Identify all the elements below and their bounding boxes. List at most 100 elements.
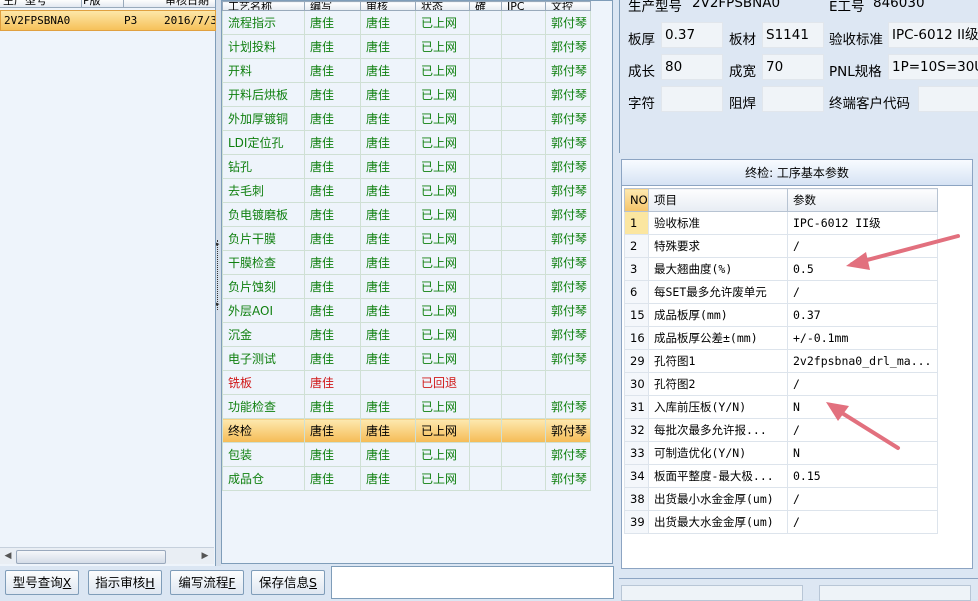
cell-ipc[interactable] <box>501 394 546 419</box>
cell-status[interactable]: 已上网 <box>415 250 470 275</box>
cell-reviewer[interactable]: 唐佳 <box>360 274 416 299</box>
process-row[interactable]: 钻孔 唐佳 唐佳 已上网 郭付琴 <box>222 154 591 179</box>
param-row[interactable]: 3 最大翘曲度(%) 0.5 <box>624 257 938 281</box>
cell-confirm[interactable] <box>469 226 502 251</box>
cell-confirm[interactable] <box>469 106 502 131</box>
cell-param-item[interactable]: 成品板厚公差±(mm) <box>648 326 788 350</box>
cell-param-value[interactable]: 2v2fpsbna0_drl_ma... <box>787 349 938 373</box>
thickness-field[interactable]: 0.37 <box>661 22 723 48</box>
cell-doc-control[interactable]: 郭付琴 <box>545 322 591 347</box>
param-row[interactable]: 31 入库前压板(Y/N) N <box>624 395 938 419</box>
cell-writer[interactable]: 唐佳 <box>304 82 361 107</box>
param-row[interactable]: 6 每SET最多允许废单元 / <box>624 280 938 304</box>
process-row[interactable]: 外层AOI 唐佳 唐佳 已上网 郭付琴 <box>222 298 591 323</box>
cell-status[interactable]: 已上网 <box>415 154 470 179</box>
cell-process-name[interactable]: 负电镀磨板 <box>222 202 305 227</box>
cell-reviewer[interactable]: 唐佳 <box>360 130 416 155</box>
param-row[interactable]: 29 孔符图1 2v2fpsbna0_drl_ma... <box>624 349 938 373</box>
cell-writer[interactable]: 唐佳 <box>304 10 361 35</box>
cell-process-name[interactable]: LDI定位孔 <box>222 130 305 155</box>
standard-field[interactable]: IPC-6012 II级 <box>888 22 978 48</box>
process-row[interactable]: 开料 唐佳 唐佳 已上网 郭付琴 <box>222 58 591 83</box>
cell-reviewer[interactable]: 唐佳 <box>360 202 416 227</box>
cell-writer[interactable]: 唐佳 <box>304 442 361 467</box>
cell-writer[interactable]: 唐佳 <box>304 466 361 491</box>
cell-confirm[interactable] <box>469 322 502 347</box>
col-header-process[interactable]: 工艺名称 <box>222 1 305 11</box>
cell-writer[interactable]: 唐佳 <box>304 130 361 155</box>
cell-param-no[interactable]: 34 <box>624 464 649 488</box>
param-row[interactable]: 16 成品板厚公差±(mm) +/-0.1mm <box>624 326 938 350</box>
cell-param-value[interactable]: 0.37 <box>787 303 938 327</box>
cell-process-name[interactable]: 钻孔 <box>222 154 305 179</box>
cell-reviewer[interactable] <box>360 370 416 395</box>
cell-process-name[interactable]: 流程指示 <box>222 10 305 35</box>
cell-ipc[interactable] <box>501 82 546 107</box>
cell-doc-control[interactable]: 郭付琴 <box>545 154 591 179</box>
param-row[interactable]: 33 可制造优化(Y/N) N <box>624 441 938 465</box>
process-row[interactable]: 负片干膜 唐佳 唐佳 已上网 郭付琴 <box>222 226 591 251</box>
cell-confirm[interactable] <box>469 274 502 299</box>
col-header-doc-control[interactable]: 文控 <box>545 1 591 11</box>
cell-process-name[interactable]: 外层AOI <box>222 298 305 323</box>
cell-param-item[interactable]: 板面平整度-最大极... <box>648 464 788 488</box>
cell-param-no[interactable]: 15 <box>624 303 649 327</box>
cell-ipc[interactable] <box>501 442 546 467</box>
model-query-button[interactable]: 型号查询X <box>5 570 79 595</box>
pnl-field[interactable]: 1P=10S=30U <box>888 54 978 80</box>
cell-process-name[interactable]: 计划投料 <box>222 34 305 59</box>
horizontal-scrollbar[interactable]: ◀ ▶ <box>0 547 214 564</box>
cell-reviewer[interactable]: 唐佳 <box>360 226 416 251</box>
cell-doc-control[interactable]: 郭付琴 <box>545 106 591 131</box>
cell-reviewer[interactable]: 唐佳 <box>360 418 416 443</box>
param-row[interactable]: 39 出货最大水金金厚(um) / <box>624 510 938 534</box>
cell-param-value[interactable]: / <box>787 234 938 258</box>
cell-doc-control[interactable]: 郭付琴 <box>545 250 591 275</box>
cell-status[interactable]: 已上网 <box>415 226 470 251</box>
cell-writer[interactable]: 唐佳 <box>304 274 361 299</box>
cell-ipc[interactable] <box>501 106 546 131</box>
process-row[interactable]: 沉金 唐佳 唐佳 已上网 郭付琴 <box>222 322 591 347</box>
cell-doc-control[interactable] <box>545 370 591 395</box>
cell-param-no[interactable]: 39 <box>624 510 649 534</box>
cell-process-name[interactable]: 开料 <box>222 58 305 83</box>
cell-ipc[interactable] <box>501 226 546 251</box>
cell-confirm[interactable] <box>469 442 502 467</box>
cell-param-value[interactable]: / <box>787 418 938 442</box>
cell-reviewer[interactable]: 唐佳 <box>360 298 416 323</box>
cell-doc-control[interactable]: 郭付琴 <box>545 298 591 323</box>
customer-field[interactable] <box>918 86 978 112</box>
col-header-status[interactable]: 状态 <box>415 1 470 11</box>
cell-ipc[interactable] <box>501 322 546 347</box>
param-row[interactable]: 38 出货最小水金金厚(um) / <box>624 487 938 511</box>
cell-confirm[interactable] <box>469 370 502 395</box>
param-row[interactable]: 34 板面平整度-最大极... 0.15 <box>624 464 938 488</box>
cell-reviewer[interactable]: 唐佳 <box>360 82 416 107</box>
cell-writer[interactable]: 唐佳 <box>304 34 361 59</box>
process-row[interactable]: 负电镀磨板 唐佳 唐佳 已上网 郭付琴 <box>222 202 591 227</box>
cell-status[interactable]: 已上网 <box>415 274 470 299</box>
cell-param-item[interactable]: 特殊要求 <box>648 234 788 258</box>
cell-confirm[interactable] <box>469 34 502 59</box>
cell-param-no[interactable]: 29 <box>624 349 649 373</box>
length-field[interactable]: 80 <box>661 54 723 80</box>
cell-ipc[interactable] <box>501 346 546 371</box>
cell-reviewer[interactable]: 唐佳 <box>360 178 416 203</box>
process-row[interactable]: LDI定位孔 唐佳 唐佳 已上网 郭付琴 <box>222 130 591 155</box>
cell-reviewer[interactable]: 唐佳 <box>360 466 416 491</box>
process-row[interactable]: 终检 唐佳 唐佳 已上网 郭付琴 <box>222 418 591 443</box>
cell-confirm[interactable] <box>469 10 502 35</box>
cell-writer[interactable]: 唐佳 <box>304 202 361 227</box>
cell-doc-control[interactable]: 郭付琴 <box>545 178 591 203</box>
cell-writer[interactable]: 唐佳 <box>304 58 361 83</box>
cell-process-name[interactable]: 电子测试 <box>222 346 305 371</box>
width-field[interactable]: 70 <box>762 54 824 80</box>
col-header-version[interactable]: P版 <box>80 0 124 7</box>
cell-process-name[interactable]: 负片干膜 <box>222 226 305 251</box>
process-row[interactable]: 功能检查 唐佳 唐佳 已上网 郭付琴 <box>222 394 591 419</box>
cell-writer[interactable]: 唐佳 <box>304 394 361 419</box>
cell-param-no[interactable]: 31 <box>624 395 649 419</box>
col-header-date[interactable]: 审核日期 <box>162 0 215 7</box>
cell-param-no[interactable]: 1 <box>624 211 649 235</box>
cell-param-no[interactable]: 6 <box>624 280 649 304</box>
